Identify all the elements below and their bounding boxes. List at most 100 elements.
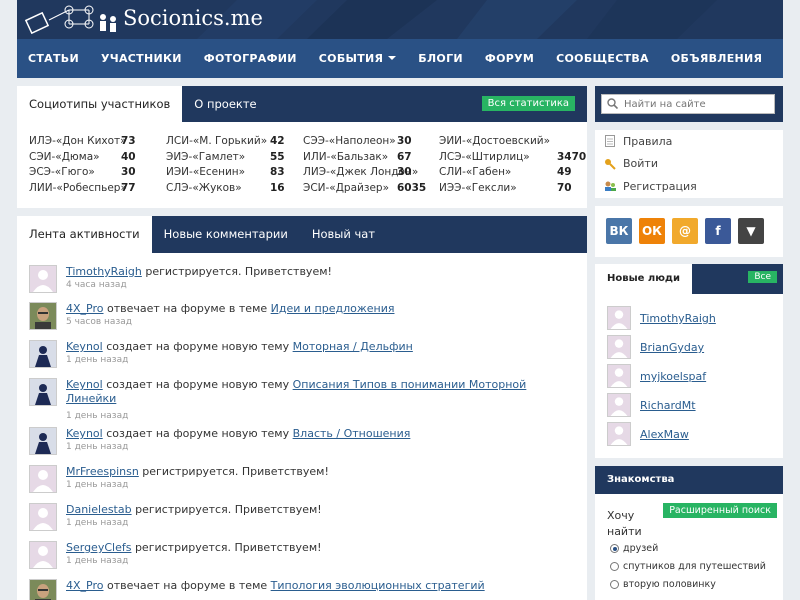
feed-timestamp: 1 день назад (66, 355, 129, 365)
user-link[interactable]: Keynol (66, 340, 103, 353)
nav-item-4[interactable]: БЛОГИ (407, 39, 474, 78)
person-link[interactable]: myjkoelspaf (640, 370, 706, 383)
stat-row[interactable]: ИЛИ-«Бальзак» 67 (303, 150, 412, 167)
stat-row[interactable]: ЭСЭ-«Гюго» 30 (29, 166, 136, 182)
odnoklassniki-icon[interactable]: ОК (639, 218, 665, 244)
tab-about-project[interactable]: О проекте (182, 86, 268, 122)
radio-button[interactable] (610, 580, 619, 589)
user-link[interactable]: 4X_Pro (66, 579, 104, 592)
avatar[interactable] (607, 364, 631, 388)
nav-item-5[interactable]: ФОРУМ (474, 39, 545, 78)
feed-timestamp: 4 часа назад (66, 280, 127, 290)
avatar[interactable] (29, 465, 57, 493)
rules-link[interactable]: Правила (595, 130, 783, 153)
stat-row[interactable]: ЛСИ-«М. Горький» 42 (166, 135, 285, 151)
avatar[interactable] (607, 306, 631, 330)
stat-row[interactable]: ЭИЭ-«Гамлет» 55 (166, 151, 285, 167)
dating-option-label: вторую половинку (623, 579, 716, 590)
sociotype-count: 49 (557, 166, 572, 178)
nav-item-2[interactable]: ФОТОГРАФИИ (193, 39, 308, 78)
sociotype-count: 42 (270, 135, 285, 147)
dating-option[interactable]: вторую половинку (610, 579, 716, 590)
sociotype-name: ИЛИ-«Бальзак» (303, 150, 389, 163)
avatar[interactable] (607, 335, 631, 359)
stat-row[interactable]: ИЭИ-«Есенин» 83 (166, 166, 285, 182)
sociotype-name: СЭЭ-«Наполеон» (303, 135, 396, 147)
nav-item-3[interactable]: СОБЫТИЯ (308, 39, 408, 78)
mail-icon[interactable]: @ (672, 218, 698, 244)
dating-option-label: спутников для путешествий (623, 561, 766, 572)
user-link[interactable]: Danielestab (66, 503, 132, 516)
avatar[interactable] (29, 340, 57, 368)
topic-link[interactable]: Типология эволюционных стратегий (271, 579, 485, 592)
avatar[interactable] (607, 393, 631, 417)
feed-item-text: Keynol создает на форуме новую тему Влас… (66, 427, 556, 441)
stat-row[interactable]: ЛИЭ-«Джек Лондон» 30 (303, 166, 418, 182)
nav-item-0[interactable]: СТАТЬИ (17, 39, 90, 78)
user-link[interactable]: TimothyRaigh (66, 265, 142, 278)
site-header: Socionics.me (17, 0, 783, 39)
search-input[interactable] (601, 94, 775, 114)
user-link[interactable]: SergeyClefs (66, 541, 131, 554)
feed-action: создает на форуме новую тему (102, 378, 293, 391)
stat-row[interactable]: ЛИИ-«Робеспьер» 77 (29, 181, 136, 198)
nav-item-7[interactable]: ОБЪЯВЛЕНИЯ (660, 39, 773, 78)
logo-icon[interactable] (25, 2, 121, 36)
user-link[interactable]: 4X_Pro (66, 302, 104, 315)
user-link[interactable]: MrFreespinsn (66, 465, 139, 478)
nav-item-6[interactable]: СООБЩЕСТВА (545, 39, 660, 78)
dating-option[interactable]: друзей (610, 543, 658, 554)
register-link[interactable]: Регистрация (595, 175, 783, 198)
new-people-panel: Новые люди Все TimothyRaigh BrianGyday myj… (595, 264, 783, 458)
avatar[interactable] (29, 302, 57, 330)
all-stats-button[interactable]: Вся статистика (481, 96, 575, 111)
avatar[interactable] (29, 378, 57, 406)
radio-button[interactable] (610, 562, 619, 571)
stat-row[interactable]: ИЭЭ-«Гексли» 70 (439, 182, 572, 198)
avatar[interactable] (29, 579, 57, 600)
advanced-search-button[interactable]: Расширенный поиск (663, 503, 777, 518)
stat-row[interactable]: ЛСЭ-«Штирлиц» 3470 (439, 151, 586, 167)
radio-button[interactable] (610, 544, 619, 553)
stat-row[interactable]: ИЛЭ-«Дон Кихот» 73 (29, 135, 136, 151)
user-link[interactable]: Keynol (66, 378, 103, 391)
user-link[interactable]: Keynol (66, 427, 103, 440)
stat-row[interactable]: СЭЭ-«Наполеон» 30 (303, 135, 412, 151)
login-link[interactable]: Войти (595, 153, 783, 176)
site-name[interactable]: Socionics.me (123, 6, 263, 30)
stat-row[interactable]: СЛЭ-«Жуков» 16 (166, 182, 285, 198)
stat-row[interactable]: ЭИИ-«Достоевский» (439, 135, 550, 151)
avatar[interactable] (29, 541, 57, 569)
stat-row[interactable]: СЭИ-«Дюма» 40 (29, 151, 136, 167)
person-link[interactable]: BrianGyday (640, 341, 704, 354)
nav-item-label: СТАТЬИ (28, 52, 79, 65)
avatar[interactable] (607, 422, 631, 446)
sociotype-name: ЛИИ-«Робеспьер» (29, 181, 127, 194)
person-link[interactable]: TimothyRaigh (640, 312, 716, 325)
more-icon[interactable]: ▼ (738, 218, 764, 244)
search-box (595, 86, 783, 122)
nav-item-1[interactable]: УЧАСТНИКИ (90, 39, 193, 78)
dating-option[interactable]: спутников для путешествий (610, 561, 766, 572)
person-link[interactable]: AlexMaw (640, 428, 689, 441)
topic-link[interactable]: Власть / Отношения (293, 427, 411, 440)
topic-link[interactable]: Моторная / Дельфин (293, 340, 413, 353)
avatar[interactable] (29, 427, 57, 455)
stat-row[interactable]: СЛИ-«Габен» 49 (439, 166, 572, 182)
stat-row[interactable]: ЭСИ-«Драйзер» 6035 (303, 182, 426, 198)
person-link[interactable]: RichardMt (640, 399, 696, 412)
vk-icon[interactable]: ВК (606, 218, 632, 244)
tab-activity-feed[interactable]: Лента активности (17, 216, 152, 253)
topic-link[interactable]: Идеи и предложения (271, 302, 395, 315)
users-icon (603, 180, 617, 192)
dating-option-label: друзей (623, 543, 659, 554)
all-people-button[interactable]: Все (748, 271, 777, 283)
avatar[interactable] (29, 503, 57, 531)
tab-sociotypes[interactable]: Социотипы участников (17, 86, 183, 122)
avatar[interactable] (29, 265, 57, 293)
feed-item-text: Danielestab регистрируется. Приветствуем… (66, 503, 556, 517)
tab-new-chat[interactable]: Новый чат (300, 216, 387, 253)
facebook-icon[interactable]: f (705, 218, 731, 244)
tab-new-comments[interactable]: Новые комментарии (152, 216, 300, 253)
sociotype-count: 77 (121, 181, 136, 194)
